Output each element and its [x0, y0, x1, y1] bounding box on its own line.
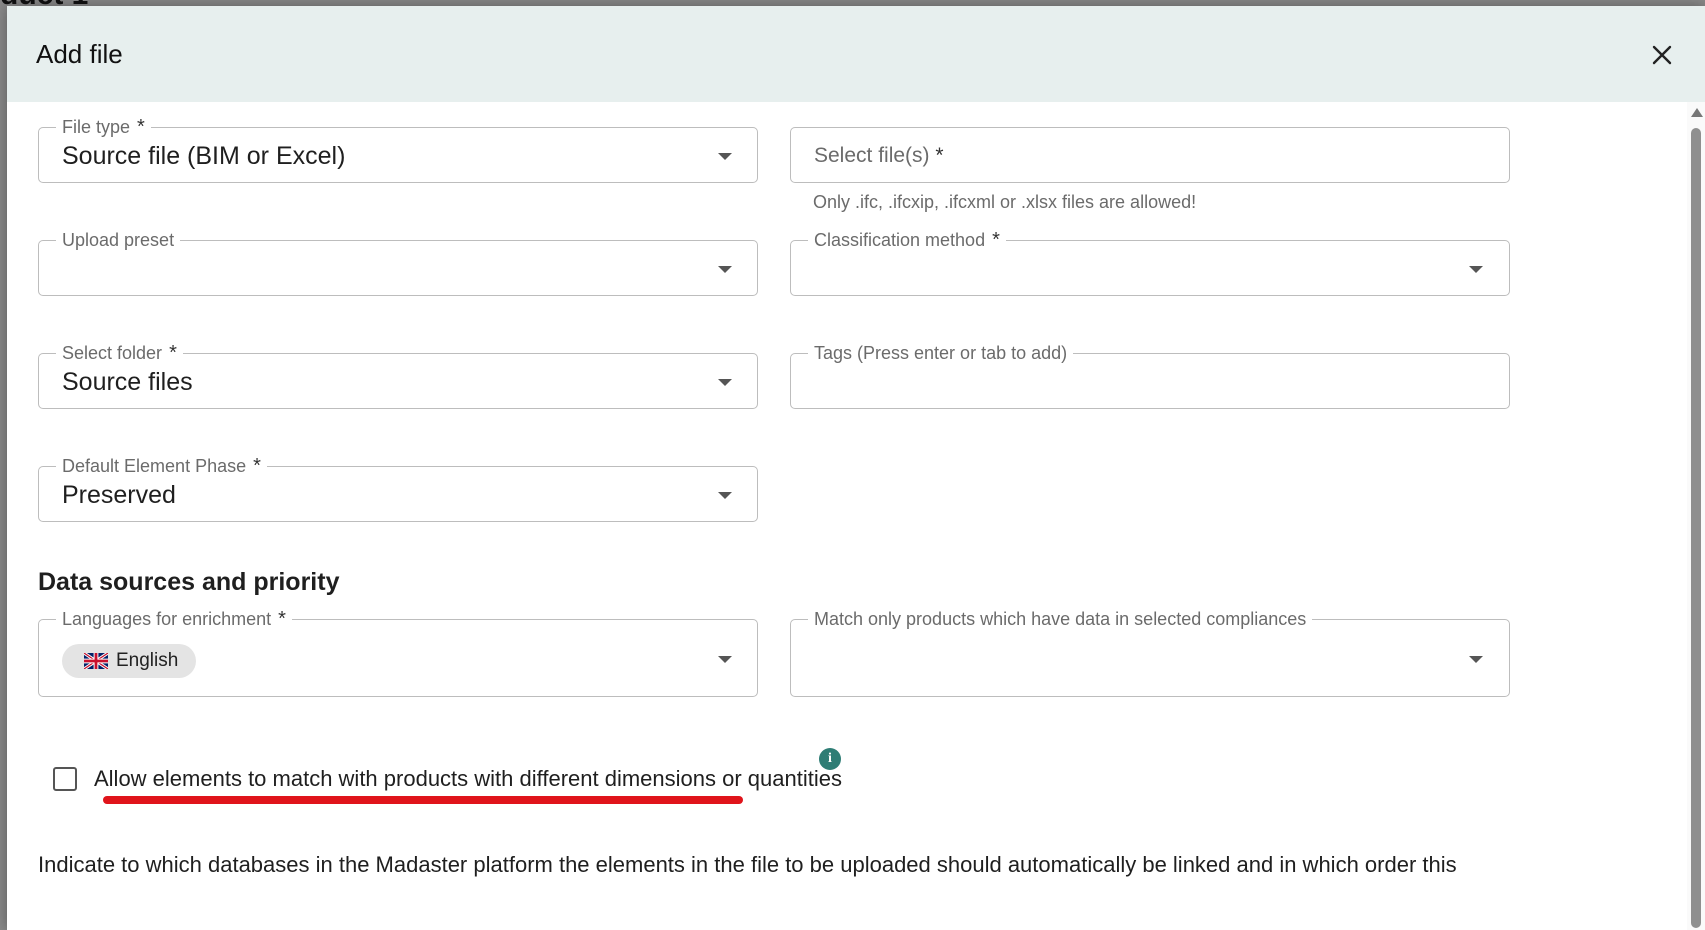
close-button[interactable] — [1645, 38, 1679, 72]
select-folder-select[interactable]: Select folder * Source files — [38, 342, 758, 409]
default-phase-value: Preserved — [62, 481, 176, 509]
tags-label: Tags (Press enter or tab to add) — [808, 342, 1074, 364]
description-text: Indicate to which databases in the Madas… — [38, 852, 1457, 877]
close-icon — [1652, 45, 1672, 65]
scroll-thumb[interactable] — [1691, 128, 1701, 928]
file-type-value: Source file (BIM or Excel) — [62, 142, 346, 170]
language-chip-label: English — [116, 650, 179, 671]
language-chip-english[interactable]: English — [62, 644, 197, 678]
file-type-label: File type * — [56, 116, 151, 138]
chevron-down-icon — [1469, 266, 1483, 273]
languages-label: Languages for enrichment * — [56, 608, 292, 630]
chevron-down-icon — [718, 379, 732, 386]
upload-preset-select[interactable]: Upload preset — [38, 229, 758, 296]
default-phase-label: Default Element Phase * — [56, 455, 267, 477]
dialog-title: Add file — [36, 39, 123, 69]
annotation-underline — [103, 796, 743, 804]
dialog-content: File type * Source file (BIM or Excel) S… — [7, 102, 1687, 930]
upload-preset-label: Upload preset — [56, 229, 181, 251]
chevron-down-icon — [718, 266, 732, 273]
dialog-header: Add file — [7, 6, 1705, 102]
chevron-down-icon — [718, 492, 732, 499]
compliances-label: Match only products which have data in s… — [808, 608, 1313, 630]
chevron-down-icon — [718, 153, 732, 160]
default-phase-select[interactable]: Default Element Phase * Preserved — [38, 455, 758, 522]
uk-flag-icon — [84, 653, 108, 669]
scroll-up-icon[interactable] — [1691, 108, 1703, 117]
languages-select[interactable]: Languages for enrichment * English — [38, 608, 758, 697]
classification-method-select[interactable]: Classification method * — [790, 229, 1510, 296]
select-files-helper: Only .ifc, .ifcxip, .ifcxml or .xlsx fil… — [813, 192, 1197, 212]
chevron-down-icon — [1469, 656, 1483, 663]
tags-input[interactable]: Tags (Press enter or tab to add) — [790, 342, 1510, 409]
compliances-select[interactable]: Match only products which have data in s… — [790, 608, 1510, 697]
allow-match-label: Allow elements to match with products wi… — [94, 766, 842, 791]
select-files-input[interactable]: Select file(s) * — [790, 127, 1510, 183]
select-folder-value: Source files — [62, 368, 193, 396]
select-files-placeholder: Select file(s) * — [814, 144, 944, 167]
allow-match-checkbox[interactable] — [53, 767, 77, 791]
info-icon[interactable]: i — [819, 748, 841, 770]
add-file-dialog: Add file File type * Source file (BIM or… — [7, 6, 1705, 930]
section-title: Data sources and priority — [38, 568, 340, 596]
chevron-down-icon — [718, 656, 732, 663]
classification-method-label: Classification method * — [808, 229, 1006, 251]
select-folder-label: Select folder * — [56, 342, 183, 364]
file-type-select[interactable]: File type * Source file (BIM or Excel) — [38, 116, 758, 183]
dialog-scrollbar[interactable] — [1687, 102, 1705, 930]
